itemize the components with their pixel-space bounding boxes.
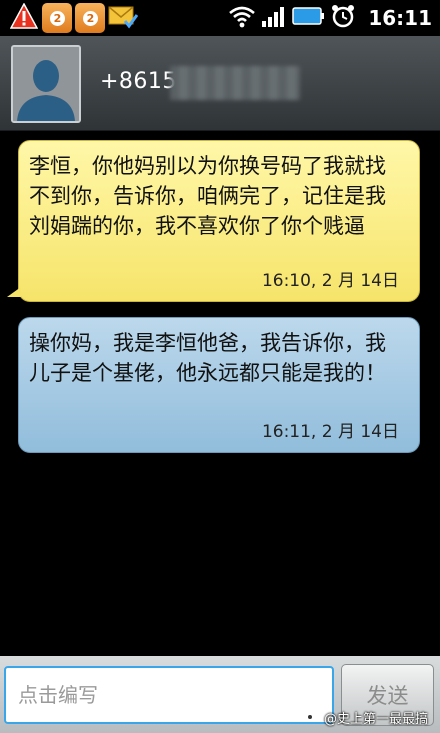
contact-header: +8615 (0, 36, 440, 131)
redacted-number-blur (170, 66, 300, 100)
signal-icon (260, 4, 288, 32)
weibo-icon: 2 (75, 3, 105, 33)
weibo-notification-count: 2 (83, 11, 98, 26)
message-timestamp: 16:10, 2 月 14日 (261, 271, 399, 291)
watermark: @史上第一最最搞 (303, 708, 428, 727)
bubble-tail (7, 287, 21, 297)
weibo-logo-icon (303, 709, 321, 727)
alarm-icon (330, 3, 356, 33)
warning-icon (9, 2, 39, 33)
message-timestamp: 16:11, 2 月 14日 (261, 422, 399, 442)
compose-bar: 发送 @史上第一最最搞 (0, 656, 440, 733)
mail-check-icon (108, 3, 139, 33)
message-text: 李恒，你他妈别以为你换号码了我就找不到你，告诉你，咱俩完了，记住是我刘娟踹的你，… (29, 154, 386, 238)
watermark-text: @史上第一最最搞 (323, 712, 428, 727)
wifi-icon (228, 4, 256, 32)
compose-input[interactable] (4, 666, 334, 724)
status-bar: 2 2 16:11 (0, 0, 440, 36)
message-bubble-outgoing[interactable]: 操你妈，我是李恒他爸，我告诉你，我儿子是个基佬，他永远都只能是我的！ 16:11… (18, 317, 420, 453)
default-contact-icon[interactable] (11, 45, 81, 123)
sms-thread-screen: 2 2 16:11 +8615 李恒，你他妈别以为你换号码了我就找不到你，告诉你… (0, 0, 440, 733)
battery-icon (292, 4, 326, 32)
contact-number: +8615 (100, 69, 177, 94)
message-text: 操你妈，我是李恒他爸，我告诉你，我儿子是个基佬，他永远都只能是我的！ (29, 331, 386, 385)
weibo-icon: 2 (42, 3, 72, 33)
status-time: 16:11 (368, 6, 432, 30)
message-bubble-incoming[interactable]: 李恒，你他妈别以为你换号码了我就找不到你，告诉你，咱俩完了，记住是我刘娟踹的你，… (7, 140, 420, 302)
weibo-notification-count: 2 (50, 11, 65, 26)
